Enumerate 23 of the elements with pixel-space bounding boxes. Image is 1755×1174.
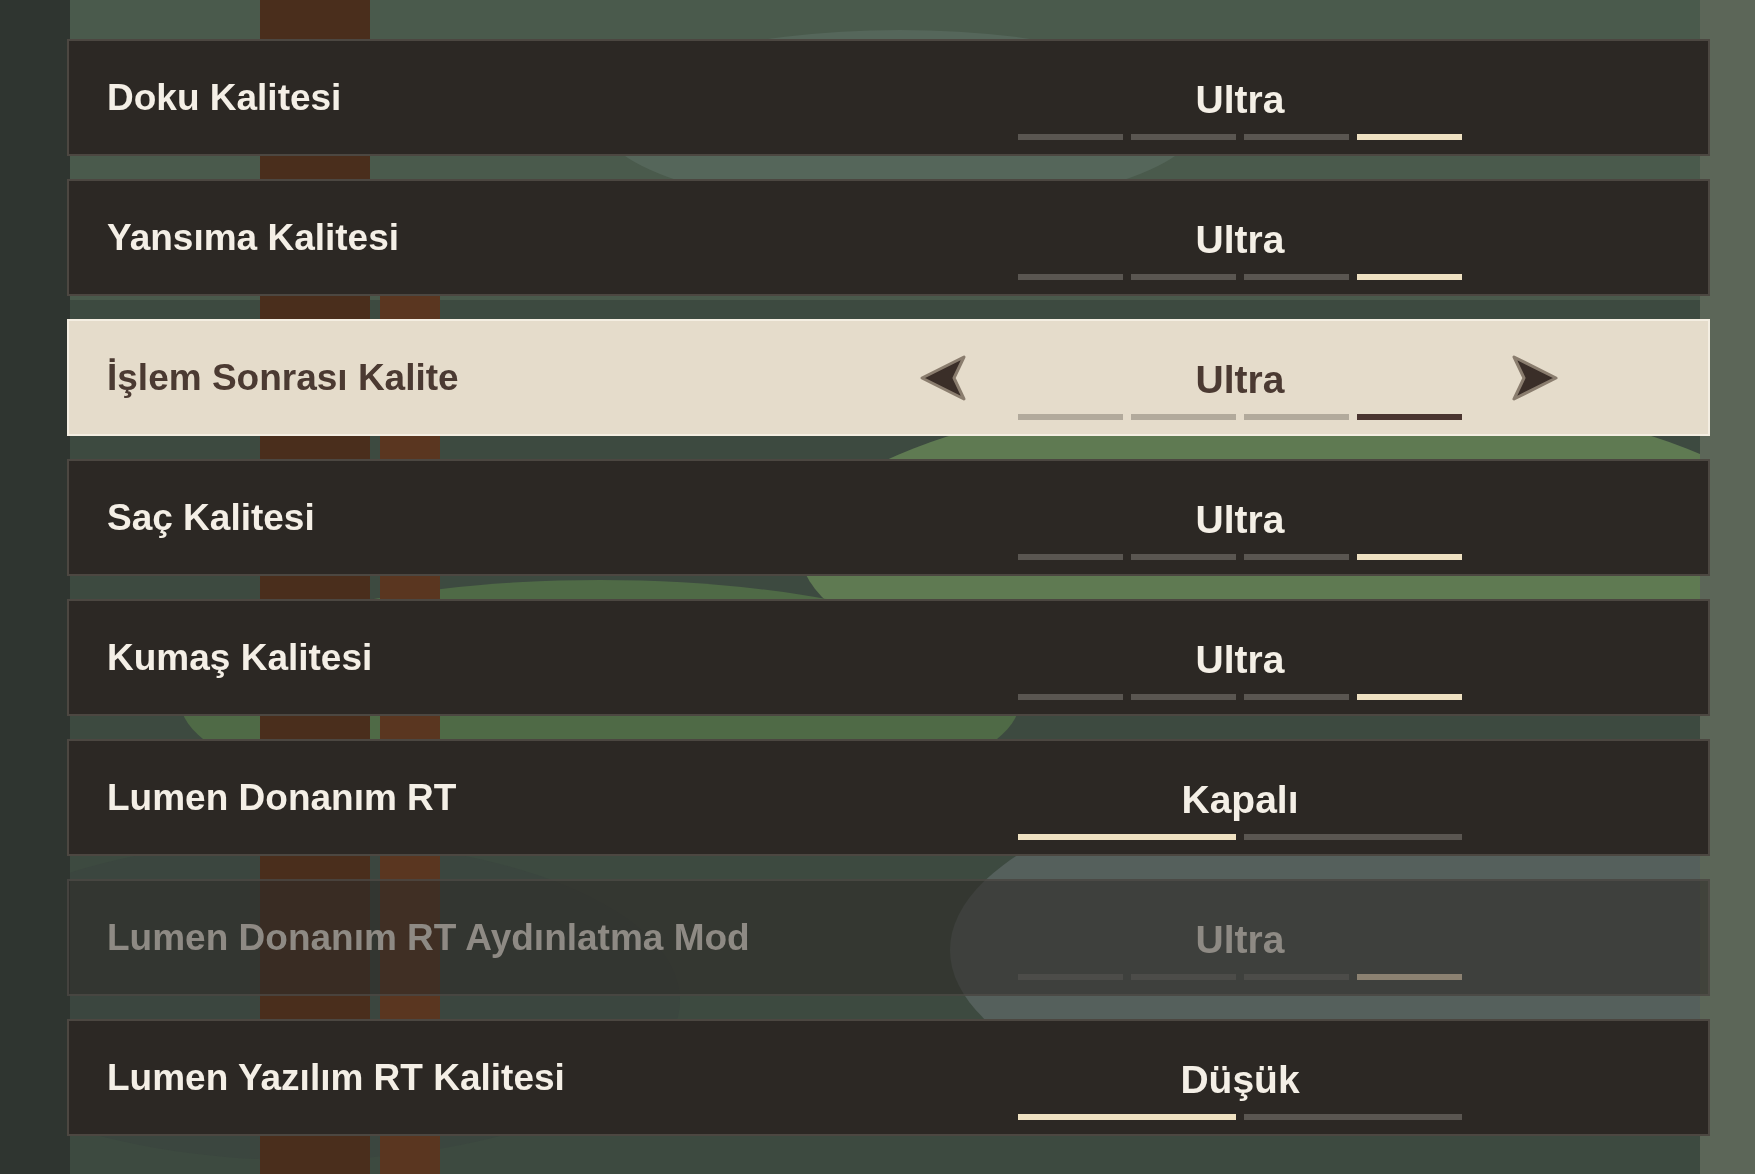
setting-label: Saç Kalitesi — [107, 495, 316, 540]
setting-label: Doku Kalitesi — [107, 75, 343, 120]
setting-label: İşlem Sonrası Kalite — [107, 355, 460, 400]
setting-row[interactable]: Yansıma Kalitesi Ultra — [67, 179, 1710, 296]
setting-value: Kapalı — [1181, 777, 1299, 823]
setting-value: Ultra — [1195, 497, 1285, 543]
setting-label: Lumen Yazılım RT Kalitesi — [107, 1055, 566, 1100]
setting-row[interactable]: Lumen Yazılım RT Kalitesi Düşük — [67, 1019, 1710, 1136]
setting-value: Ultra — [1195, 217, 1285, 263]
setting-row[interactable]: Lumen Donanım RT Kapalı — [67, 739, 1710, 856]
setting-label: Kumaş Kalitesi — [107, 635, 374, 680]
setting-row[interactable]: Saç Kalitesi Ultra — [67, 459, 1710, 576]
setting-row[interactable]: Kumaş Kalitesi Ultra — [67, 599, 1710, 716]
setting-value: Ultra — [1195, 77, 1285, 123]
setting-value: Ultra — [1195, 917, 1285, 963]
setting-value: Ultra — [1195, 357, 1285, 403]
setting-label: Lumen Donanım RT — [107, 775, 458, 820]
setting-row[interactable]: Doku Kalitesi Ultra — [67, 39, 1710, 156]
setting-row[interactable]: İşlem Sonrası Kalite Ultra — [67, 319, 1710, 436]
setting-value: Düşük — [1180, 1057, 1300, 1103]
setting-label: Lumen Donanım RT Aydınlatma Mod — [107, 915, 751, 960]
setting-value: Ultra — [1195, 637, 1285, 683]
setting-label: Yansıma Kalitesi — [107, 215, 401, 260]
